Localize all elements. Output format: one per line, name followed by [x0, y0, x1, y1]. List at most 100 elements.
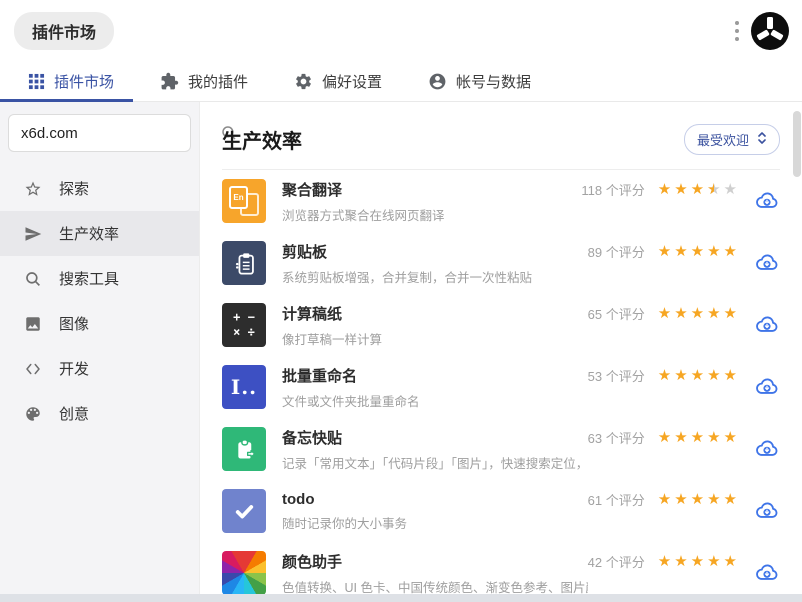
plugin-description: 色值转换、UI 色卡、中国传统颜色、渐变色参考、图片颜色提取 — [282, 580, 588, 595]
cloud-download-button[interactable] — [753, 436, 780, 462]
star-icon: ★★ — [707, 181, 721, 198]
star-icon — [24, 180, 42, 198]
sidebar-item-productivity[interactable]: 生产效率 — [0, 211, 199, 256]
utools-logo-icon[interactable] — [750, 11, 790, 51]
star-icon: ★ — [723, 429, 737, 446]
plugin-row[interactable]: todo 随时记录你的大小事务 61 个评分 ★ ★ ★ ★ ★ — [222, 480, 780, 542]
star-icon: ★ — [674, 491, 688, 508]
plugin-icon — [222, 427, 266, 471]
plugin-rating: 61 个评分 ★ ★ ★ ★ ★ — [588, 490, 737, 509]
star-icon: ★ — [707, 243, 721, 260]
sidebar-item-explore[interactable]: 探索 — [0, 166, 199, 211]
app-title-pill: 插件市场 — [14, 12, 115, 50]
rating-count: 118 个评分 — [581, 183, 645, 198]
star-icon: ★ — [657, 181, 672, 198]
plugin-row[interactable]: 备忘快贴 记录「常用文本」「代码片段」「图片」，快速搜索定位，回车粘贴 63 个… — [222, 418, 780, 480]
star-icon: ★ — [707, 429, 721, 446]
star-icon: ★ — [707, 553, 721, 570]
plugin-row[interactable]: 颜色助手 色值转换、UI 色卡、中国传统颜色、渐变色参考、图片颜色提取 42 个… — [222, 542, 780, 594]
star-icon: ★ — [674, 367, 688, 384]
vertical-scrollbar[interactable] — [793, 104, 801, 588]
plugin-description: 浏览器方式聚合在线网页翻译 — [282, 208, 445, 223]
star-icon: ★ — [690, 367, 705, 384]
tab-account-data[interactable]: 帐号与数据 — [428, 71, 531, 92]
star-icon: ★ — [690, 243, 705, 260]
tab-label: 帐号与数据 — [456, 74, 532, 91]
cloud-download-icon — [755, 378, 777, 394]
sidebar-item-dev[interactable]: 开发 — [0, 346, 199, 391]
rating-count: 61 个评分 — [587, 493, 645, 508]
sidebar-item-creative[interactable]: 创意 — [0, 391, 199, 436]
page-title: 生产效率 — [222, 131, 302, 153]
star-icon: ★ — [690, 491, 705, 508]
cloud-download-button[interactable] — [753, 560, 780, 586]
plugin-rating: 63 个评分 ★ ★ ★ ★ ★ — [588, 428, 737, 447]
sort-chevrons-icon — [757, 131, 767, 148]
rating-stars: ★★★★★★ — [655, 182, 737, 197]
cloud-download-icon — [755, 440, 777, 456]
sidebar-nav: 探索 生产效率 搜索工具 图像 开发 创意 — [0, 166, 199, 436]
sidebar-item-label: 创意 — [59, 406, 90, 423]
star-icon: ★ — [723, 243, 737, 260]
plugin-row[interactable]: 剪贴板 系统剪贴板增强，合并复制，合并一次性粘贴 89 个评分 ★ ★ ★ ★ ★ — [222, 232, 780, 294]
star-icon: ★ — [690, 429, 705, 446]
plugin-row[interactable]: + − × ÷ 计算稿纸 像打草稿一样计算 65 个评分 ★ ★ ★ ★ ★ — [222, 294, 780, 356]
paper-plane-icon — [24, 225, 42, 243]
plugin-name: todo — [282, 490, 315, 508]
star-icon: ★ — [674, 305, 688, 322]
sidebar-item-label: 搜索工具 — [59, 271, 120, 288]
sidebar: 探索 生产效率 搜索工具 图像 — [0, 102, 236, 594]
star-icon: ★ — [723, 553, 737, 570]
tab-label: 偏好设置 — [322, 74, 383, 91]
sidebar-item-search-tools[interactable]: 搜索工具 — [0, 256, 199, 301]
cloud-download-icon — [755, 316, 777, 332]
cloud-download-button[interactable] — [753, 250, 780, 276]
search-input[interactable] — [9, 124, 220, 142]
tab-label: 我的插件 — [188, 74, 249, 91]
star-icon: ★ — [723, 181, 737, 198]
search-icon — [24, 270, 42, 288]
sidebar-search — [8, 114, 236, 152]
plugin-name: 计算稿纸 — [282, 305, 343, 323]
plugin-row[interactable]: I.. 批量重命名 文件或文件夹批量重命名 53 个评分 ★ ★ ★ ★ ★ — [222, 356, 780, 418]
cloud-download-button[interactable] — [753, 498, 780, 524]
sidebar-item-label: 图像 — [59, 316, 90, 333]
tab-bar: 插件市场 我的插件 偏好设置 帐号与数据 — [0, 62, 802, 102]
kebab-menu-icon[interactable] — [731, 17, 743, 45]
tab-my-plugins[interactable]: 我的插件 — [160, 71, 248, 92]
cloud-download-button[interactable] — [753, 188, 780, 214]
sort-label: 最受欢迎 — [696, 133, 749, 148]
plugin-icon: En — [222, 179, 266, 223]
rating-count: 89 个评分 — [587, 245, 645, 260]
star-icon: ★ — [674, 429, 688, 446]
rating-count: 53 个评分 — [587, 369, 645, 384]
image-icon — [24, 315, 42, 333]
plugin-description: 随时记录你的大小事务 — [282, 516, 408, 531]
scrollbar-thumb[interactable] — [793, 111, 801, 177]
star-icon: ★ — [657, 429, 672, 446]
star-icon: ★ — [674, 181, 688, 198]
plugin-rating: 53 个评分 ★ ★ ★ ★ ★ — [588, 366, 737, 385]
puzzle-icon — [160, 72, 179, 91]
sort-dropdown[interactable]: 最受欢迎 — [683, 124, 780, 155]
rating-stars: ★ ★ ★ ★ ★ — [655, 244, 737, 259]
sidebar-item-images[interactable]: 图像 — [0, 301, 199, 346]
rating-stars: ★ ★ ★ ★ ★ — [655, 430, 737, 445]
star-icon: ★ — [707, 305, 721, 322]
plugin-rating: 118 个评分 ★★★★★★ — [581, 180, 737, 199]
rating-count: 63 个评分 — [587, 431, 645, 446]
star-icon: ★ — [674, 243, 688, 260]
sidebar-item-label: 开发 — [59, 361, 90, 378]
cloud-download-button[interactable] — [753, 374, 780, 400]
plugin-rating: 89 个评分 ★ ★ ★ ★ ★ — [588, 242, 737, 261]
plugin-row[interactable]: En 聚合翻译 浏览器方式聚合在线网页翻译 118 个评分 ★★★★★★ — [222, 170, 780, 232]
plugin-description: 记录「常用文本」「代码片段」「图片」，快速搜索定位，回车粘贴 — [282, 456, 588, 471]
plugin-name: 颜色助手 — [282, 553, 343, 571]
plugin-description: 系统剪贴板增强，合并复制，合并一次性粘贴 — [282, 270, 533, 285]
plugin-description: 像打草稿一样计算 — [282, 332, 383, 347]
rating-stars: ★ ★ ★ ★ ★ — [655, 554, 737, 569]
cloud-download-button[interactable] — [753, 312, 780, 338]
plugin-name: 备忘快贴 — [282, 429, 343, 447]
tab-preferences[interactable]: 偏好设置 — [294, 71, 382, 92]
tab-plugin-market[interactable]: 插件市场 — [28, 71, 114, 92]
